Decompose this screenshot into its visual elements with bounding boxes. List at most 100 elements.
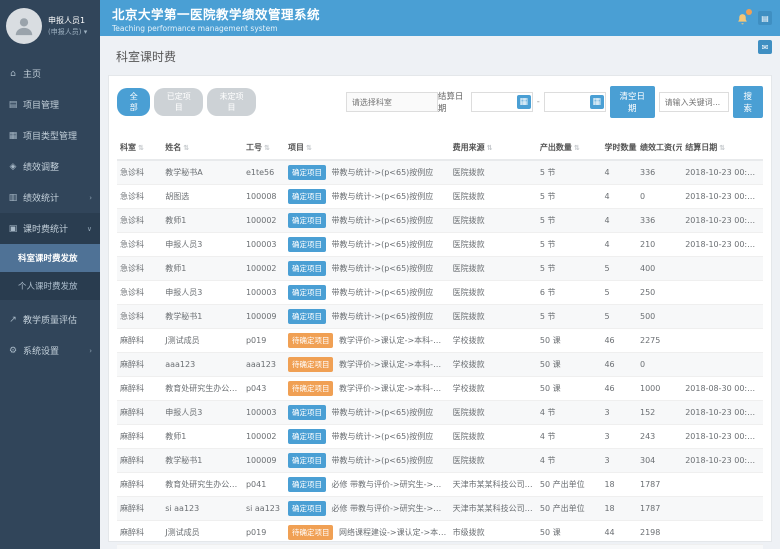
cell-settlement-date	[682, 329, 763, 353]
sidebar-item-teaching-quality[interactable]: ↗ 教学质量评估	[0, 304, 100, 335]
sidebar-item-home[interactable]: ⌂ 主页	[0, 58, 100, 89]
sidebar-item-performance-stats[interactable]: ▥ 绩效统计 ›	[0, 182, 100, 213]
project-status-button[interactable]: 确定项目	[288, 213, 326, 228]
col-project-header: 项目	[288, 143, 304, 152]
cell-employee-id: p019	[243, 521, 285, 545]
sidebar-item-project-type-management[interactable]: ▦ 项目类型管理	[0, 120, 100, 151]
cell-employee-id: 100003	[243, 233, 285, 257]
cell-settlement-date	[682, 281, 763, 305]
table-row[interactable]: 急诊科 胡图选 100008 确定项目 带教与统计->(p<65)按例应 医院拨…	[117, 185, 763, 209]
sidebar-item-system-settings[interactable]: ⚙ 系统设置 ›	[0, 335, 100, 366]
project-status-button[interactable]: 待确定项目	[288, 357, 334, 372]
project-status-button[interactable]: 确定项目	[288, 189, 326, 204]
search-button[interactable]: 搜索	[733, 86, 763, 118]
project-status-button[interactable]: 确定项目	[288, 165, 326, 180]
sidebar-subitem-dept-classfee[interactable]: 科室课时费发放	[0, 244, 100, 272]
project-status-button[interactable]: 确定项目	[288, 237, 326, 252]
sidebar-subitem-personal-classfee[interactable]: 个人课时费发放	[0, 272, 100, 300]
project-status-button[interactable]: 待确定项目	[288, 381, 334, 396]
calendar-icon[interactable]: ▦	[517, 95, 531, 109]
calendar-icon[interactable]: ▦	[590, 95, 604, 109]
col-pay-header: 绩效工资(元)	[640, 143, 682, 152]
table-row[interactable]: 麻醉科 申报人员3 100003 确定项目 带教与统计->(p<65)按例应 医…	[117, 401, 763, 425]
header-action-button[interactable]: ▤	[758, 11, 772, 25]
sort-icon[interactable]: ⇅	[574, 144, 580, 152]
table-row[interactable]: 麻醉科 si aa123 si aa123 确定项目 必修 带教与评价->研究生…	[117, 497, 763, 521]
filter-pending-button[interactable]: 未定项目	[207, 88, 256, 116]
filter-all-button[interactable]: 全部	[117, 88, 150, 116]
cell-employee-id: 100008	[243, 185, 285, 209]
table-row[interactable]: 急诊科 教学秘书A e1te56 确定项目 带教与统计->(p<65)按例应 医…	[117, 160, 763, 185]
filter-confirmed-button[interactable]: 已定项目	[154, 88, 203, 116]
cell-project: 待确定项目 教学评价->课认定->本科->无接收人	[285, 377, 450, 401]
cell-performance-pay: 400	[637, 257, 682, 281]
sort-icon[interactable]: ⇅	[306, 144, 312, 152]
project-status-button[interactable]: 待确定项目	[288, 525, 334, 540]
project-status-button[interactable]: 确定项目	[288, 405, 326, 420]
cell-name: 教育处研究生办公室A	[162, 377, 243, 401]
table-row[interactable]: 急诊科 申报人员3 100003 确定项目 带教与统计->(p<65)按例应 医…	[117, 281, 763, 305]
table-row[interactable]: 麻醉科 教学秘书1 100009 确定项目 带教与统计->(p<65)按例应 医…	[117, 449, 763, 473]
table-row[interactable]: 急诊科 教师1 100002 确定项目 带教与统计->(p<65)按例应 医院拨…	[117, 257, 763, 281]
cell-output-quantity: 5 节	[537, 257, 602, 281]
cell-department: 急诊科	[117, 257, 162, 281]
chevron-right-icon: ›	[89, 194, 92, 202]
clear-date-button[interactable]: 清空日期	[610, 86, 655, 118]
table-row[interactable]: 麻醉科 教育处研究生办公室A p041 确定项目 必修 带教与评价->研究生->…	[117, 473, 763, 497]
cell-employee-id: si aa123	[243, 497, 285, 521]
cell-project: 确定项目 带教与统计->(p<65)按例应	[285, 281, 450, 305]
sort-icon[interactable]: ⇅	[487, 144, 493, 152]
cell-settlement-date	[682, 305, 763, 329]
sidebar-item-performance-adjust[interactable]: ◈ 绩效调整	[0, 151, 100, 182]
project-status-button[interactable]: 确定项目	[288, 501, 326, 516]
cell-output-quantity: 50 课	[537, 521, 602, 545]
table-row[interactable]: 急诊科 教师1 100002 确定项目 带教与统计->(p<65)按例应 医院拨…	[117, 209, 763, 233]
quick-action-button[interactable]: ✉	[758, 40, 772, 54]
sidebar-item-classfee-stats[interactable]: ▣ 课时费统计 ∨	[0, 213, 100, 244]
sidebar-menu: ⌂ 主页 ▤ 项目管理 ▦ 项目类型管理 ◈ 绩效调整 ▥ 绩效统计 › ▣	[0, 58, 100, 244]
app-title: 北京大学第一医院教学绩效管理系统	[112, 4, 320, 23]
cell-output-quantity: 5 节	[537, 209, 602, 233]
project-text: 带教与统计->(p<65)按例应	[332, 240, 434, 249]
project-status-button[interactable]: 确定项目	[288, 285, 326, 300]
sort-icon[interactable]: ⇅	[719, 144, 725, 152]
project-status-button[interactable]: 确定项目	[288, 429, 326, 444]
table-row[interactable]: 麻醉科 教师1 100002 确定项目 带教与统计->(p<65)按例应 医院拨…	[117, 425, 763, 449]
cell-output-quantity: 5 节	[537, 185, 602, 209]
table-row[interactable]: 麻醉科 教育处研究生办公室A p043 待确定项目 教学评价->课认定->本科-…	[117, 377, 763, 401]
sidebar-item-project-management[interactable]: ▤ 项目管理	[0, 89, 100, 120]
cell-name: 教师1	[162, 257, 243, 281]
project-status-button[interactable]: 确定项目	[288, 477, 326, 492]
home-icon: ⌂	[8, 69, 18, 79]
cell-output-quantity: 5 节	[537, 305, 602, 329]
project-text: 带教与统计->(p<65)按例应	[332, 312, 434, 321]
cell-performance-pay: 1000	[637, 377, 682, 401]
table-row[interactable]: 麻醉科 J测试成员 p019 待确定项目 教学评价->课认定->本科->无接收人…	[117, 329, 763, 353]
table-row[interactable]: 麻醉科 aaa123 aaa123 待确定项目 网络课程建设->课认定->本科-…	[117, 545, 763, 549]
table-row[interactable]: 急诊科 教学秘书1 100009 确定项目 带教与统计->(p<65)按例应 医…	[117, 305, 763, 329]
cell-employee-id: e1te56	[243, 160, 285, 185]
table-row[interactable]: 急诊科 申报人员3 100003 确定项目 带教与统计->(p<65)按例应 医…	[117, 233, 763, 257]
chart-icon: ▥	[8, 193, 18, 203]
project-text: 带教与统计->(p<65)按例应	[332, 264, 434, 273]
project-status-button[interactable]: 待确定项目	[288, 333, 334, 348]
project-status-button[interactable]: 确定项目	[288, 261, 326, 276]
department-select-input[interactable]	[346, 92, 438, 112]
cell-fee-source: 医院拨款	[450, 257, 537, 281]
cell-department: 急诊科	[117, 160, 162, 185]
user-role-dropdown[interactable]: (申报人员) ▾	[48, 27, 87, 38]
cell-department: 麻醉科	[117, 329, 162, 353]
user-panel[interactable]: 申报人员1 (申报人员) ▾	[0, 0, 100, 54]
cell-output-quantity: 50 课	[537, 353, 602, 377]
notification-bell-button[interactable]	[736, 11, 750, 25]
project-status-button[interactable]: 确定项目	[288, 309, 326, 324]
cell-output-quantity: 50 产出单位	[537, 497, 602, 521]
sort-icon[interactable]: ⇅	[264, 144, 270, 152]
sort-icon[interactable]: ⇅	[138, 144, 144, 152]
table-row[interactable]: 麻醉科 aaa123 aaa123 待确定项目 教学评价->课认定->本科->无…	[117, 353, 763, 377]
keyword-search-input[interactable]	[659, 92, 729, 112]
sort-icon[interactable]: ⇅	[183, 144, 189, 152]
project-status-button[interactable]: 确定项目	[288, 453, 326, 468]
cell-hours-quantity: 5	[601, 257, 637, 281]
table-row[interactable]: 麻醉科 J测试成员 p019 待确定项目 网络课程建设->课认定->本科->学员…	[117, 521, 763, 545]
